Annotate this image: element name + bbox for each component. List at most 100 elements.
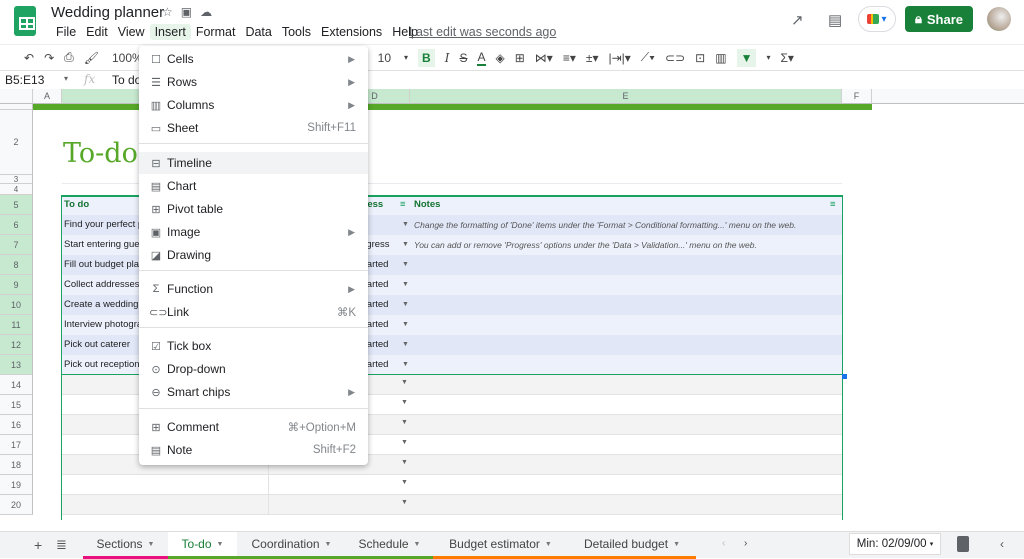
print-icon[interactable]: ⎙: [64, 50, 74, 65]
move-folder-icon[interactable]: ▣: [181, 5, 200, 19]
insert-comment-icon[interactable]: ⊡: [695, 51, 705, 65]
font-size-chevron-icon[interactable]: ▾: [404, 53, 408, 62]
row-header-20[interactable]: 20: [0, 495, 33, 515]
summary-dropdown[interactable]: Min: 02/09/00 ▾: [849, 533, 941, 555]
bold-button[interactable]: B: [418, 48, 435, 67]
row-header-9[interactable]: 9: [0, 275, 33, 295]
menu-item-drawing[interactable]: ◪ Drawing: [139, 244, 368, 266]
last-edit-link[interactable]: Last edit was seconds ago: [409, 25, 556, 39]
row-header-11[interactable]: 11: [0, 315, 33, 335]
collapse-panel-icon[interactable]: ‹: [1000, 537, 1004, 551]
borders-icon[interactable]: ⊞: [515, 51, 525, 65]
link-icon[interactable]: ⊂⊃: [665, 51, 685, 65]
tab-chevron-icon[interactable]: ▼: [148, 541, 155, 548]
sheet-tab-sections[interactable]: Sections ▼: [83, 532, 168, 559]
dropdown-chevron-icon[interactable]: ▼: [401, 419, 408, 426]
meet-button[interactable]: ▾: [858, 6, 896, 32]
sheet-tab-schedule[interactable]: Schedule ▼: [346, 532, 433, 559]
merge-cells-icon[interactable]: ⋈▾: [535, 51, 553, 65]
menu-item-smart-chips[interactable]: ⊖ Smart chips ▶: [139, 381, 368, 403]
menu-item-pivot-table[interactable]: ⊞ Pivot table: [139, 198, 368, 220]
undo-icon[interactable]: ↶: [24, 51, 34, 65]
menu-item-rows[interactable]: ☰ Rows ▶: [139, 71, 368, 93]
column-header-f[interactable]: F: [842, 89, 872, 104]
sheets-logo[interactable]: [14, 6, 36, 36]
strikethrough-button[interactable]: S: [459, 51, 467, 65]
row-header-3[interactable]: 3: [0, 175, 33, 184]
menu-view[interactable]: View: [113, 24, 150, 40]
align-icon[interactable]: ≡▾: [563, 51, 576, 65]
menu-item-cells[interactable]: ☐ Cells ▶: [139, 48, 368, 70]
row-header-5[interactable]: 5: [0, 195, 33, 215]
menu-extensions[interactable]: Extensions: [316, 24, 387, 40]
row-header-8[interactable]: 8: [0, 255, 33, 275]
menu-item-comment[interactable]: ⊞ Comment ⌘+Option+M: [139, 416, 368, 438]
menu-item-function[interactable]: Σ Function ▶: [139, 278, 368, 300]
doc-title[interactable]: Wedding planner: [51, 4, 164, 21]
row-header-10[interactable]: 10: [0, 295, 33, 315]
name-box[interactable]: B5:E13: [5, 73, 44, 87]
filter-icon[interactable]: ▼: [736, 48, 757, 67]
star-icon[interactable]: ☆: [162, 5, 181, 19]
vertical-align-icon[interactable]: ±▾: [586, 51, 599, 65]
sheet-tab-coordination[interactable]: Coordination ▼: [237, 532, 346, 559]
scroll-right-icon[interactable]: ›: [744, 538, 747, 549]
text-color-button[interactable]: A: [477, 50, 486, 66]
formula-input[interactable]: To do: [112, 73, 141, 87]
row-header-15[interactable]: 15: [0, 395, 33, 415]
italic-button[interactable]: I: [445, 51, 450, 65]
cloud-status-icon[interactable]: ☁: [200, 5, 220, 19]
menu-data[interactable]: Data: [240, 24, 276, 40]
row-header-14[interactable]: 14: [0, 375, 33, 395]
share-button[interactable]: 🔒︎ Share: [905, 6, 973, 32]
menu-item-image[interactable]: ▣ Image ▶: [139, 221, 368, 243]
add-sheet-icon[interactable]: +: [34, 537, 42, 553]
selection-handle[interactable]: [842, 374, 847, 379]
menu-file[interactable]: File: [51, 24, 81, 40]
comments-icon[interactable]: ▤: [828, 11, 842, 29]
filter-chevron-icon[interactable]: ▾: [766, 53, 770, 62]
row-header-6[interactable]: 6: [0, 215, 33, 235]
tab-chevron-icon[interactable]: ▼: [673, 541, 680, 548]
sheet-tab-budget-estimator[interactable]: Budget estimator ▼: [433, 532, 568, 559]
row-header-17[interactable]: 17: [0, 435, 33, 455]
menu-tools[interactable]: Tools: [277, 24, 316, 40]
menu-item-drop-down[interactable]: ⊙ Drop-down: [139, 358, 368, 380]
insert-chart-icon[interactable]: ▥: [715, 51, 726, 65]
scroll-left-icon[interactable]: ‹: [722, 538, 725, 549]
menu-item-link[interactable]: ⊂⊃ Link ⌘K: [139, 301, 368, 323]
explore-icon[interactable]: [957, 536, 969, 552]
row-header-7[interactable]: 7: [0, 235, 33, 255]
tab-chevron-icon[interactable]: ▼: [325, 541, 332, 548]
menu-item-columns[interactable]: ▥ Columns ▶: [139, 94, 368, 116]
redo-icon[interactable]: ↷: [44, 51, 54, 65]
menu-item-tick-box[interactable]: ☑ Tick box: [139, 335, 368, 357]
row-header-12[interactable]: 12: [0, 335, 33, 355]
menu-insert[interactable]: Insert: [149, 24, 191, 40]
paint-format-icon[interactable]: 🖌︎: [84, 51, 99, 65]
row-header-16[interactable]: 16: [0, 415, 33, 435]
column-header-e[interactable]: E: [410, 89, 842, 104]
dropdown-chevron-icon[interactable]: ▼: [401, 379, 408, 386]
menu-edit[interactable]: Edit: [81, 24, 113, 40]
all-sheets-icon[interactable]: ≣: [56, 537, 67, 553]
avatar[interactable]: [987, 7, 1011, 31]
text-wrap-icon[interactable]: |⇥|▾: [608, 51, 630, 65]
menu-item-note[interactable]: ▤ Note Shift+F2: [139, 439, 368, 461]
tab-chevron-icon[interactable]: ▼: [545, 541, 552, 548]
activity-trend-icon[interactable]: ↗: [791, 11, 804, 29]
font-size-input[interactable]: 10: [378, 51, 391, 65]
name-box-chevron-icon[interactable]: ▾: [64, 74, 68, 83]
dropdown-chevron-icon[interactable]: ▼: [401, 499, 408, 506]
row-header-19[interactable]: 19: [0, 475, 33, 495]
menu-item-chart[interactable]: ▤ Chart: [139, 175, 368, 197]
sheet-tab-to-do[interactable]: To-do ▼: [168, 532, 237, 559]
tab-chevron-icon[interactable]: ▼: [414, 541, 421, 548]
column-header-a[interactable]: A: [33, 89, 62, 104]
row-header-2[interactable]: 2: [0, 110, 33, 175]
dropdown-chevron-icon[interactable]: ▼: [401, 459, 408, 466]
text-rotate-icon[interactable]: ⟋▾: [641, 50, 655, 65]
fill-color-icon[interactable]: ◈: [496, 51, 505, 65]
dropdown-chevron-icon[interactable]: ▼: [401, 479, 408, 486]
menu-item-sheet[interactable]: ▭ Sheet Shift+F11: [139, 117, 368, 139]
